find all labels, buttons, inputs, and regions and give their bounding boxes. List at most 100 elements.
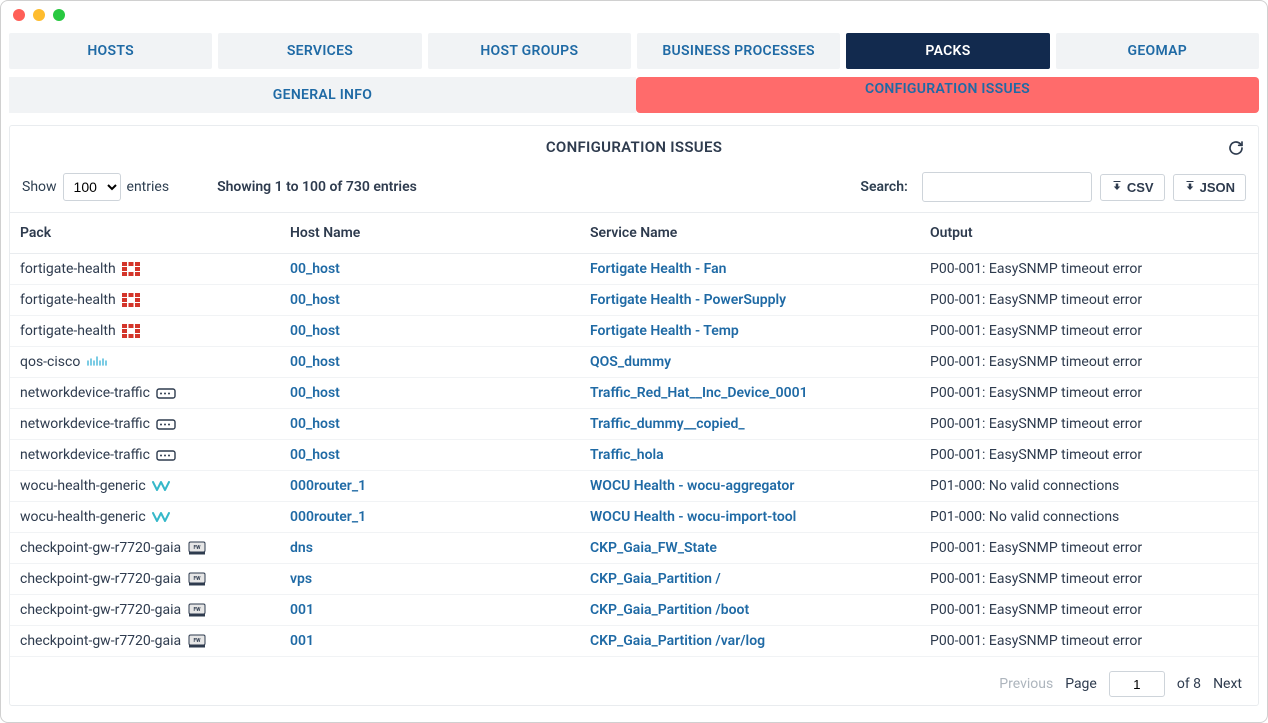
table-row: wocu-health-generic 000router_1 WOCU Healt… bbox=[10, 471, 1258, 502]
pack-name: fortigate-health bbox=[20, 292, 116, 308]
download-icon bbox=[1111, 180, 1123, 195]
tab-geomap[interactable]: GEOMAP bbox=[1056, 33, 1259, 69]
host-link[interactable]: 00_host bbox=[290, 416, 340, 432]
service-link[interactable]: CKP_Gaia_FW_State bbox=[590, 540, 717, 556]
host-link[interactable]: 00_host bbox=[290, 447, 340, 463]
table-row: fortigate-health 00_host Fortigate Health … bbox=[10, 285, 1258, 316]
service-link[interactable]: Fortigate Health - Temp bbox=[590, 323, 739, 339]
tab-packs[interactable]: PACKS bbox=[846, 33, 1049, 69]
page-input[interactable] bbox=[1109, 671, 1165, 697]
service-link[interactable]: Fortigate Health - PowerSupply bbox=[590, 292, 786, 308]
table-row: networkdevice-traffic 00_host Traffic_hola… bbox=[10, 440, 1258, 471]
column-host-name[interactable]: Host Name bbox=[280, 213, 580, 254]
show-label: Show bbox=[22, 179, 57, 195]
table-row: networkdevice-traffic 00_host Traffic_dumm… bbox=[10, 409, 1258, 440]
search-input[interactable] bbox=[922, 172, 1092, 202]
tab-host-groups[interactable]: HOST GROUPS bbox=[428, 33, 631, 69]
pack-name: networkdevice-traffic bbox=[20, 447, 150, 463]
table-row: fortigate-health 00_host Fortigate Health … bbox=[10, 316, 1258, 347]
next-page[interactable]: Next bbox=[1213, 676, 1242, 692]
service-link[interactable]: CKP_Gaia_Partition / bbox=[590, 571, 721, 587]
fortinet-icon bbox=[122, 324, 140, 338]
pack-name: fortigate-health bbox=[20, 323, 116, 339]
service-link[interactable]: CKP_Gaia_Partition /var/log bbox=[590, 633, 765, 649]
tab-hosts[interactable]: HOSTS bbox=[9, 33, 212, 69]
pack-name: networkdevice-traffic bbox=[20, 385, 150, 401]
window-minimize-dot[interactable] bbox=[33, 9, 45, 21]
subtab-general-info[interactable]: GENERAL INFO bbox=[9, 77, 636, 113]
pack-name: networkdevice-traffic bbox=[20, 416, 150, 432]
prev-page[interactable]: Previous bbox=[999, 676, 1053, 692]
output-cell: P00-001: EasySNMP timeout error bbox=[920, 347, 1258, 378]
svg-text:FW: FW bbox=[194, 576, 202, 582]
checkpoint-icon: FW bbox=[187, 571, 207, 587]
pack-name: wocu-health-generic bbox=[20, 509, 146, 525]
pack-name: checkpoint-gw-r7720-gaia bbox=[20, 540, 181, 556]
output-cell: P00-001: EasySNMP timeout error bbox=[920, 440, 1258, 471]
host-link[interactable]: dns bbox=[290, 540, 313, 556]
host-link[interactable]: 000router_1 bbox=[290, 509, 366, 525]
service-link[interactable]: CKP_Gaia_Partition /boot bbox=[590, 602, 749, 618]
service-link[interactable]: QOS_dummy bbox=[590, 354, 671, 370]
window-zoom-dot[interactable] bbox=[53, 9, 65, 21]
window-close-dot[interactable] bbox=[13, 9, 25, 21]
host-link[interactable]: 001 bbox=[290, 602, 314, 618]
service-link[interactable]: Traffic_dummy__copied_ bbox=[590, 416, 745, 432]
service-link[interactable]: WOCU Health - wocu-import-tool bbox=[590, 509, 796, 525]
table-row: qos-cisco00_hostQOS_dummyP00-001: EasySN… bbox=[10, 347, 1258, 378]
device-icon bbox=[156, 417, 176, 431]
panel-title: CONFIGURATION ISSUES bbox=[546, 138, 722, 156]
json-label: JSON bbox=[1200, 180, 1235, 195]
csv-label: CSV bbox=[1127, 180, 1154, 195]
refresh-icon[interactable] bbox=[1228, 140, 1244, 160]
service-link[interactable]: Traffic_Red_Hat__Inc_Device_0001 bbox=[590, 385, 808, 401]
checkpoint-icon: FW bbox=[187, 540, 207, 556]
host-link[interactable]: 00_host bbox=[290, 323, 340, 339]
pack-name: fortigate-health bbox=[20, 261, 116, 277]
output-cell: P00-001: EasySNMP timeout error bbox=[920, 626, 1258, 657]
page-of: of 8 bbox=[1177, 676, 1201, 692]
checkpoint-icon: FW bbox=[187, 633, 207, 649]
output-cell: P00-001: EasySNMP timeout error bbox=[920, 254, 1258, 285]
column-pack[interactable]: Pack bbox=[10, 213, 280, 254]
tab-business-processes[interactable]: BUSINESS PROCESSES bbox=[637, 33, 840, 69]
fortinet-icon bbox=[122, 262, 140, 276]
host-link[interactable]: 00_host bbox=[290, 292, 340, 308]
app-window: HOSTSSERVICESHOST GROUPSBUSINESS PROCESS… bbox=[0, 0, 1268, 723]
tab-services[interactable]: SERVICES bbox=[218, 33, 421, 69]
table-row: fortigate-health 00_host Fortigate Health … bbox=[10, 254, 1258, 285]
column-output[interactable]: Output bbox=[920, 213, 1258, 254]
svg-text:FW: FW bbox=[194, 638, 202, 644]
svg-text:FW: FW bbox=[194, 545, 202, 551]
output-cell: P00-001: EasySNMP timeout error bbox=[920, 595, 1258, 626]
entries-select[interactable]: 100 bbox=[63, 173, 121, 201]
pack-name: checkpoint-gw-r7720-gaia bbox=[20, 633, 181, 649]
pack-name: wocu-health-generic bbox=[20, 478, 146, 494]
mac-titlebar bbox=[1, 1, 1267, 29]
wocu-icon bbox=[152, 510, 172, 524]
export-csv-button[interactable]: CSV bbox=[1100, 174, 1165, 201]
output-cell: P01-000: No valid connections bbox=[920, 471, 1258, 502]
table-row: checkpoint-gw-r7720-gaia FW dns CKP_Gaia_FW… bbox=[10, 533, 1258, 564]
fortinet-icon bbox=[122, 293, 140, 307]
host-link[interactable]: 00_host bbox=[290, 354, 340, 370]
svg-text:FW: FW bbox=[194, 607, 202, 613]
host-link[interactable]: 000router_1 bbox=[290, 478, 366, 494]
service-link[interactable]: WOCU Health - wocu-aggregator bbox=[590, 478, 794, 494]
output-cell: P00-001: EasySNMP timeout error bbox=[920, 564, 1258, 595]
table-row: wocu-health-generic 000router_1 WOCU Healt… bbox=[10, 502, 1258, 533]
column-service-name[interactable]: Service Name bbox=[580, 213, 920, 254]
host-link[interactable]: 001 bbox=[290, 633, 314, 649]
table-row: networkdevice-traffic 00_host Traffic_Red_… bbox=[10, 378, 1258, 409]
table-row: checkpoint-gw-r7720-gaiaFWvpsCKP_Gaia_Pa… bbox=[10, 564, 1258, 595]
export-json-button[interactable]: JSON bbox=[1173, 174, 1246, 201]
service-link[interactable]: Traffic_hola bbox=[590, 447, 664, 463]
host-link[interactable]: vps bbox=[290, 571, 312, 587]
device-icon bbox=[156, 386, 176, 400]
wocu-icon bbox=[152, 479, 172, 493]
host-link[interactable]: 00_host bbox=[290, 385, 340, 401]
service-link[interactable]: Fortigate Health - Fan bbox=[590, 261, 726, 277]
host-link[interactable]: 00_host bbox=[290, 261, 340, 277]
output-cell: P00-001: EasySNMP timeout error bbox=[920, 378, 1258, 409]
subtab-configuration-issues[interactable]: CONFIGURATION ISSUES bbox=[636, 77, 1259, 113]
